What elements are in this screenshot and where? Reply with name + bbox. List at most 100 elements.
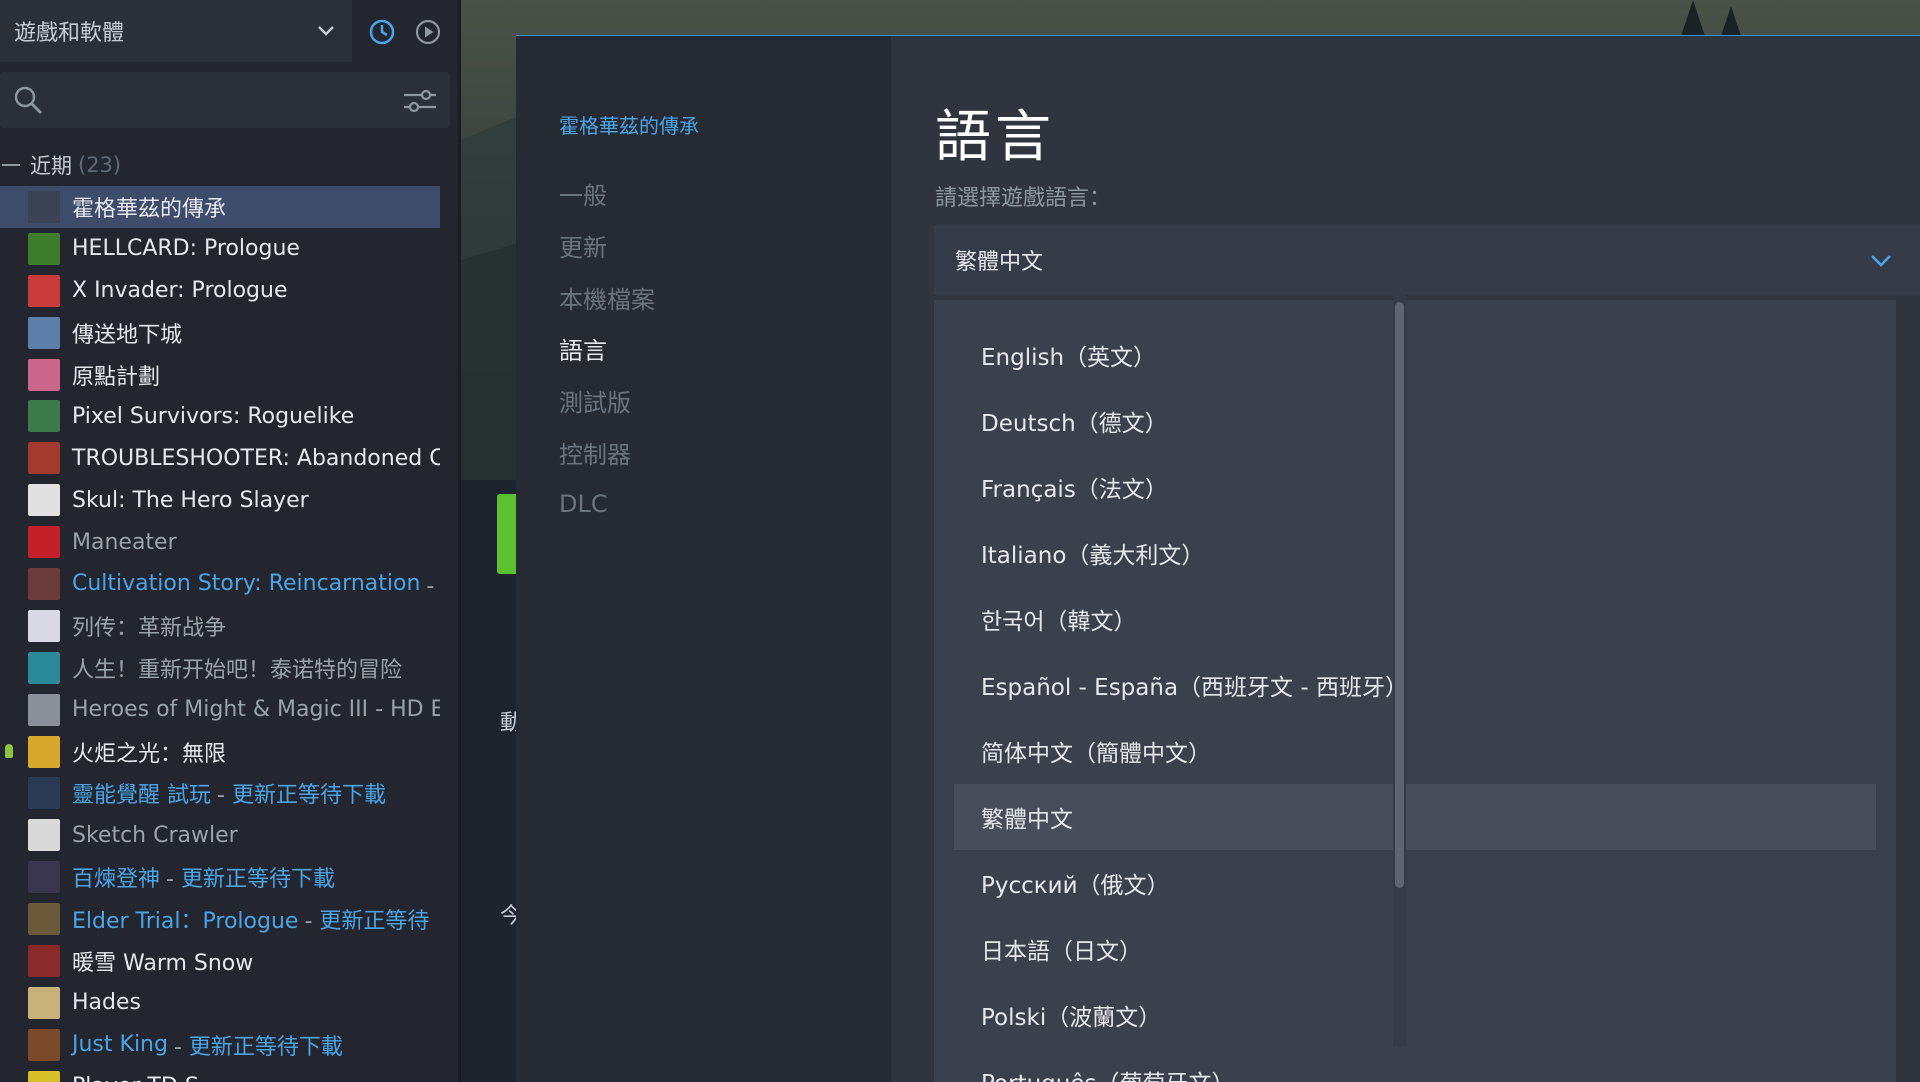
language-option[interactable]: 简体中文（簡體中文） xyxy=(954,718,1876,784)
language-dropdown-list: English（英文） Deutsch（德文） Français（法文） Italia… xyxy=(934,300,1896,1082)
game-icon xyxy=(28,1070,60,1082)
language-prompt: 請選擇遊戲語言： xyxy=(935,186,1112,211)
play-button-edge[interactable] xyxy=(497,494,517,574)
game-name: Cultivation Story: Reincarnation xyxy=(72,571,421,597)
game-icon xyxy=(28,944,60,977)
game-icon xyxy=(28,986,60,1019)
game-name: TROUBLESHOOTER: Abandoned Cl xyxy=(72,445,440,471)
game-update-status: 更新正等待下載 xyxy=(174,1029,343,1061)
game-name: Sketch Crawler xyxy=(72,822,238,848)
game-name: Pixel Survivors: Roguelike xyxy=(72,403,355,429)
game-name: Just King xyxy=(72,1032,168,1058)
game-icon xyxy=(28,484,60,517)
game-list-item[interactable]: Pixel Survivors: Roguelike xyxy=(0,395,440,437)
game-list-item[interactable]: X Invader: Prologue xyxy=(0,270,440,312)
filter-sliders-icon[interactable] xyxy=(402,86,438,116)
dropdown-scrollbar-thumb[interactable] xyxy=(1395,302,1404,888)
language-option[interactable]: 繁體中文 xyxy=(954,784,1876,850)
game-list-item[interactable]: 火炬之光：無限 xyxy=(0,731,440,773)
game-name: Heroes of Might & Magic III - HD Ec xyxy=(72,697,440,723)
ready-to-play-icon[interactable] xyxy=(414,18,442,46)
game-icon xyxy=(28,358,60,391)
game-list-item[interactable]: 傳送地下城 xyxy=(0,312,440,354)
game-name: 列传：革新战争 xyxy=(72,615,227,641)
language-option[interactable]: 한국어（韓文） xyxy=(954,586,1876,652)
language-option[interactable]: Español - España（西班牙文 - 西班牙） xyxy=(954,652,1876,718)
nav-item-0[interactable]: 一般 xyxy=(559,168,655,220)
language-option[interactable]: Português（葡萄牙文） xyxy=(954,1048,1876,1082)
game-icon xyxy=(28,190,60,223)
language-option[interactable]: Русский（俄文） xyxy=(954,850,1876,916)
game-name: Player TD S xyxy=(72,1074,199,1082)
nav-item-5[interactable]: 控制器 xyxy=(559,426,655,478)
game-list-item[interactable]: Just King更新正等待下載 xyxy=(0,1024,440,1066)
game-list-item[interactable]: 百煉登神更新正等待下載 xyxy=(0,856,440,898)
game-icon xyxy=(28,861,60,894)
game-name: 暖雪 Warm Snow xyxy=(72,950,254,976)
language-option[interactable]: Deutsch（德文） xyxy=(954,388,1876,454)
game-list-item[interactable]: Maneater xyxy=(0,521,440,563)
game-list-item[interactable]: 暖雪 Warm Snow xyxy=(0,940,440,982)
game-list-item[interactable]: 列传：革新战争 xyxy=(0,605,440,647)
search-icon xyxy=(12,84,44,116)
section-label: 近期 xyxy=(30,154,72,178)
search-input[interactable] xyxy=(54,82,378,120)
library-filter-label: 遊戲和軟體 xyxy=(14,21,125,46)
nav-item-2[interactable]: 本機檔案 xyxy=(559,271,655,323)
game-list-item[interactable]: Elder Trial：Prologue更新正等待 xyxy=(0,898,440,940)
game-name: 人生！重新开始吧！泰诺特的冒险 xyxy=(72,657,403,683)
game-name: 霍格華茲的傳承 xyxy=(72,196,227,222)
game-name: Hades xyxy=(72,990,141,1016)
library-filter-dropdown[interactable]: 遊戲和軟體 xyxy=(0,0,352,62)
game-list-item[interactable]: Hades xyxy=(0,982,440,1024)
game-icon xyxy=(28,819,60,852)
game-list-item[interactable]: Player TD S xyxy=(0,1066,440,1082)
language-option[interactable]: English（英文） xyxy=(954,322,1876,388)
game-icon xyxy=(28,651,60,684)
game-list-item[interactable]: 靈能覺醒 試玩更新正等待下載 xyxy=(0,772,440,814)
game-name: 傳送地下城 xyxy=(72,322,183,348)
game-icon xyxy=(28,609,60,642)
chevron-down-icon xyxy=(316,21,336,41)
game-list-item[interactable]: 霍格華茲的傳承 xyxy=(0,186,440,228)
game-icon xyxy=(28,567,60,600)
nav-item-6[interactable]: DLC xyxy=(559,478,655,530)
game-icon xyxy=(28,1028,60,1061)
game-list: 霍格華茲的傳承 HELLCARD: Prologue X Invader: Prol… xyxy=(0,186,440,1082)
nav-item-1[interactable]: 更新 xyxy=(559,220,655,272)
game-icon xyxy=(28,274,60,307)
game-name: HELLCARD: Prologue xyxy=(72,236,300,262)
language-select[interactable]: 繁體中文 xyxy=(934,225,1920,295)
game-list-item[interactable]: Heroes of Might & Magic III - HD Ec xyxy=(0,689,440,731)
friend-playing-icon xyxy=(5,743,13,758)
game-name: 火炬之光：無限 xyxy=(72,741,227,767)
chevron-down-icon xyxy=(1868,247,1894,273)
nav-item-4[interactable]: 測試版 xyxy=(559,375,655,427)
game-list-item[interactable]: HELLCARD: Prologue xyxy=(0,228,440,270)
properties-nav: 霍格華茲的傳承 一般 更新 本機檔案 語言 測試版 控制器 DLC xyxy=(516,36,891,1082)
library-sidebar: 遊戲和軟體 近期 (23) 霍格華茲的傳承 HELLCARD: Prologue X… xyxy=(0,0,460,1082)
game-icon xyxy=(28,693,60,726)
game-list-item[interactable]: TROUBLESHOOTER: Abandoned Cl xyxy=(0,437,440,479)
nav-item-3[interactable]: 語言 xyxy=(559,323,655,375)
section-count: (23) xyxy=(78,153,122,177)
game-name: Skul: The Hero Slayer xyxy=(72,487,309,513)
language-option[interactable]: Italiano（義大利文） xyxy=(954,520,1876,586)
recent-section-header[interactable]: 近期 (23) xyxy=(0,150,121,180)
language-option[interactable]: 日本語（日文） xyxy=(954,916,1876,982)
language-option[interactable]: Français（法文） xyxy=(954,454,1876,520)
game-list-item[interactable]: Cultivation Story: Reincarnation更 xyxy=(0,563,440,605)
game-list-item[interactable]: Skul: The Hero Slayer xyxy=(0,479,440,521)
page-title: 語言 xyxy=(935,105,1055,170)
game-update-status: 更 xyxy=(426,568,440,600)
recent-games-clock-icon[interactable] xyxy=(368,18,396,46)
game-icon xyxy=(28,777,60,810)
game-name: 百煉登神 xyxy=(72,867,161,893)
game-list-item[interactable]: 原點計劃 xyxy=(0,354,440,396)
game-list-item[interactable]: Sketch Crawler xyxy=(0,814,440,856)
game-list-item[interactable]: 人生！重新开始吧！泰诺特的冒险 xyxy=(0,647,440,689)
game-name: Maneater xyxy=(72,529,177,555)
language-option[interactable]: Polski（波蘭文） xyxy=(954,982,1876,1048)
dialog-game-title: 霍格華茲的傳承 xyxy=(559,114,699,138)
game-icon xyxy=(28,442,60,475)
